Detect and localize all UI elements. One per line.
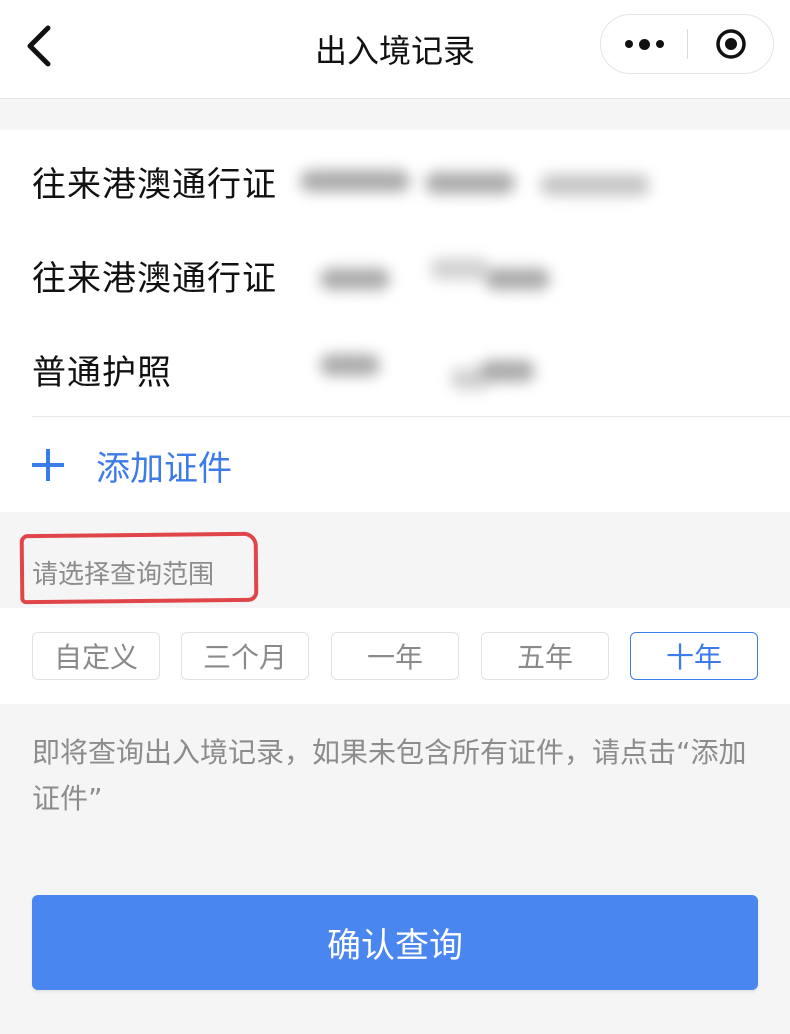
redacted-number <box>480 360 535 382</box>
notice-text: 即将查询出入境记录，如果未包含所有证件，请点击“添加证件” <box>32 736 747 815</box>
add-document-button[interactable]: 添加证件 <box>32 418 758 512</box>
redacted-number <box>425 172 515 194</box>
capsule-divider <box>687 29 688 59</box>
range-option-one-year[interactable]: 一年 <box>331 632 459 680</box>
more-dots-icon[interactable] <box>601 15 687 73</box>
document-label: 往来港澳通行证 <box>32 164 277 205</box>
divider <box>32 416 790 417</box>
add-document-label: 添加证件 <box>96 448 232 489</box>
annotation-highlight <box>19 531 259 605</box>
range-option-ten-years[interactable]: 十年 <box>630 632 758 680</box>
redacted-number <box>540 174 650 196</box>
plus-icon <box>32 449 64 481</box>
document-row[interactable]: 普通护照 <box>32 322 758 416</box>
nav-bar: 出入境记录 <box>0 0 790 99</box>
documents-card: 往来港澳通行证 往来港澳通行证 普通护照 添加证件 <box>0 130 790 512</box>
mini-program-capsule <box>600 14 774 74</box>
close-target-icon[interactable] <box>715 28 747 60</box>
redacted-number <box>320 354 380 376</box>
document-row[interactable]: 往来港澳通行证 <box>32 228 758 322</box>
redacted-number <box>485 268 550 290</box>
redacted-number <box>320 268 390 290</box>
range-selector: 自定义 三个月 一年 五年 十年 <box>0 608 790 704</box>
confirm-query-button[interactable]: 确认查询 <box>32 895 758 990</box>
redacted-number <box>300 170 410 192</box>
range-option-custom[interactable]: 自定义 <box>32 632 160 680</box>
range-option-three-months[interactable]: 三个月 <box>181 632 309 680</box>
redacted-number <box>430 258 490 280</box>
range-option-five-years[interactable]: 五年 <box>481 632 609 680</box>
document-label: 普通护照 <box>32 352 172 393</box>
document-label: 往来港澳通行证 <box>32 258 277 299</box>
